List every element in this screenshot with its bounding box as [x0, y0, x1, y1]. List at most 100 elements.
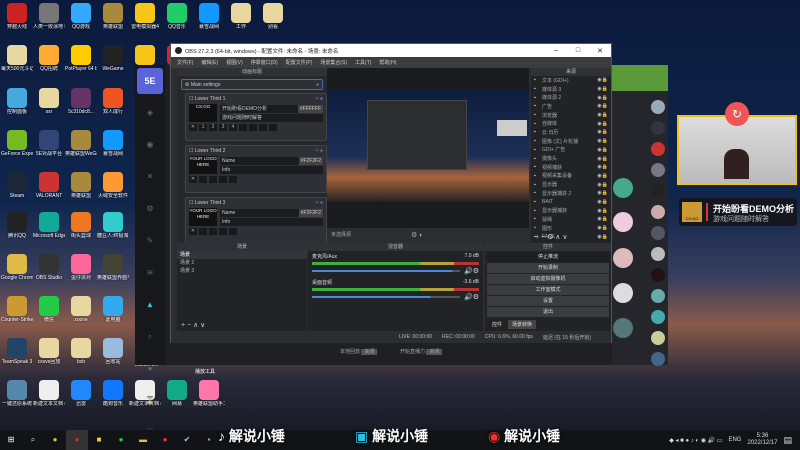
search-button[interactable]: ⌕ [22, 430, 44, 450]
visibility-eye-icon[interactable]: ◉🔒 [597, 86, 608, 92]
gear-icon[interactable]: ⚙ ◐ [411, 231, 423, 239]
desktop-icon[interactable]: 暴雪战网 [193, 3, 225, 30]
source-item[interactable]: ▪ 广告 ◉🔒 [531, 102, 611, 111]
source-item[interactable]: ▪ 视频捕获 ◉🔒 [531, 163, 611, 172]
scene-item[interactable]: 场景 3 [177, 267, 307, 275]
desktop-icon[interactable]: 网易 [161, 380, 193, 407]
chat-avatar[interactable] [613, 178, 633, 198]
menu-item[interactable]: 编辑(E) [201, 59, 218, 66]
source-item[interactable]: ▪ 鼠绳 ◉🔒 [531, 215, 611, 224]
desktop-icon[interactable]: zoone [65, 296, 97, 323]
visibility-eye-icon[interactable]: ◉🔒 [597, 173, 608, 179]
minimize-button[interactable]: – [545, 47, 567, 55]
friend-avatar[interactable] [651, 268, 665, 282]
visibility-eye-icon[interactable]: ◉🔒 [597, 95, 608, 101]
5e-logo-icon[interactable]: 5E [137, 68, 163, 94]
main-settings[interactable]: ⚙ Main settings ● [181, 79, 323, 90]
desktop-icon[interactable]: PotPlayer 64 bit [65, 45, 97, 72]
source-item[interactable]: ▪ 显示器捕获 2 ◉🔒 [531, 189, 611, 198]
visibility-eye-icon[interactable]: ◉🔒 [597, 164, 608, 170]
slot-button[interactable]: 2 [209, 124, 217, 131]
desktop-icon[interactable]: 英雄联盟助手工具 [193, 380, 225, 407]
desktop-icon[interactable]: Microsoft Edge [33, 212, 65, 239]
remove-icon[interactable]: ✕ [189, 124, 197, 131]
friend-avatar[interactable] [651, 100, 665, 114]
visibility-eye-icon[interactable]: ◉🔒 [597, 225, 608, 231]
folder-taskbar-icon[interactable]: ▬ [132, 430, 154, 450]
lower-third-logo[interactable]: CS:GO [189, 104, 217, 122]
desktop-icon[interactable]: 英雄联盟 [65, 172, 97, 199]
friend-avatar[interactable] [651, 247, 665, 261]
desktop-icon[interactable]: QQ招聘 [33, 45, 65, 72]
desktop-icon[interactable]: QQ音乐 [161, 3, 193, 30]
slot-button[interactable]: 1 [199, 124, 207, 131]
desktop-icon[interactable]: 每天500元斗记录 [1, 45, 33, 72]
desktop-icon[interactable]: 火绒安全软件 [97, 172, 129, 199]
source-item[interactable]: ▪ 媒体源 2 ◉🔒 [531, 93, 611, 102]
stream-toggle[interactable]: 关闭 [426, 349, 443, 355]
source-item[interactable]: ▪ 显示器 ◉🔒 [531, 180, 611, 189]
title-input[interactable]: 开始盼看DEMO分析 #FFFFFF [220, 105, 323, 113]
slot-button[interactable]: 3 [219, 124, 227, 131]
desktop-icon[interactable]: OBS Studio [33, 254, 65, 281]
source-item[interactable]: ▪ 自媒体 ◉🔒 [531, 119, 611, 128]
desktop-icon[interactable]: 控制面板 [1, 88, 33, 115]
desktop-icon[interactable]: 暴雪战网 [97, 130, 129, 157]
friend-avatar[interactable] [651, 205, 665, 219]
remove-icon[interactable]: ✕ [189, 176, 197, 183]
scene-item[interactable]: 场景 [177, 251, 307, 259]
source-item[interactable]: ▪ 图像 (文) 片轮播 ◉🔒 [531, 137, 611, 146]
slot-button[interactable]: 4 [229, 124, 237, 131]
desktop-icon[interactable]: Counter-Strike Global Off... [1, 296, 33, 323]
desktop-icon[interactable]: 街头篮球 [65, 212, 97, 239]
desktop-icon[interactable]: Google Chrome [1, 254, 33, 281]
subtitle-input[interactable]: Info [220, 218, 323, 226]
friend-avatar[interactable] [651, 352, 665, 366]
desktop-icon[interactable]: 一键还原系统 [1, 380, 33, 407]
source-item[interactable]: ▪ GDI+ 广告 ◉🔒 [531, 146, 611, 155]
friend-avatar[interactable] [651, 289, 665, 303]
wechat-taskbar-icon[interactable]: ● [110, 430, 132, 450]
desktop-icon[interactable]: WeGame [97, 45, 129, 72]
lower-third-logo[interactable]: YOUR LOGO HERE [189, 208, 217, 226]
netease-taskbar-icon[interactable]: ● [154, 430, 176, 450]
friend-avatar[interactable] [651, 163, 665, 177]
title-input[interactable]: Name #F2F2F2 [220, 157, 323, 165]
friend-avatar[interactable] [651, 310, 665, 324]
clock[interactable]: 5:36 2022/12/17 [747, 433, 777, 447]
desktop-icon[interactable]: QQ游戏 [65, 3, 97, 30]
control-button[interactable]: 启动虚拟摄像机 [487, 274, 609, 284]
desktop-icon[interactable]: 英雄联盟 [97, 3, 129, 30]
speaker-icon[interactable]: 🔊⚙ [464, 293, 483, 301]
desktop-icon[interactable]: 英雄联盟界面平台 [97, 254, 129, 281]
lower-third-logo[interactable]: YOUR LOGO HERE [189, 156, 217, 174]
control-button[interactable]: 设置 [487, 296, 609, 306]
source-item[interactable]: ▪ 显示器捕获 ◉🔒 [531, 206, 611, 215]
visibility-eye-icon[interactable]: ◉🔒 [597, 216, 608, 222]
friend-avatar[interactable] [651, 331, 665, 345]
control-button[interactable]: 停止推流 [487, 252, 609, 262]
desktop-icon[interactable]: 新建文本文档 (4) [33, 380, 65, 407]
speaker-icon[interactable]: 🔊⚙ [464, 267, 483, 275]
desktop-icon[interactable]: 5E对战平台 [33, 130, 65, 157]
friend-avatar[interactable] [651, 121, 665, 135]
menu-item[interactable]: 配置文件(P) [286, 59, 313, 66]
source-item[interactable]: ▪ 浏览器 ◉🔒 [531, 111, 611, 120]
menu-item[interactable]: 工具(T) [355, 59, 371, 66]
notes-taskbar-icon[interactable]: ■ [88, 430, 110, 450]
desktop-icon[interactable]: 雷电模拟器4 [129, 3, 161, 30]
scene-item[interactable]: 场景 2 [177, 259, 307, 267]
desktop-icon[interactable]: cssve回放 [33, 338, 65, 365]
desktop-icon[interactable]: 酷狗音乐 [97, 380, 129, 407]
subtitle-input[interactable]: Info [220, 166, 323, 174]
visibility-eye-icon[interactable]: ◉🔒 [597, 103, 608, 109]
desktop-icon[interactable]: 腾讯QQ [1, 212, 33, 239]
visibility-eye-icon[interactable]: ◉🔒 [597, 234, 608, 240]
desktop-icon[interactable]: 迅雷 [65, 380, 97, 407]
desktop-icon[interactable]: 回收站 [97, 338, 129, 365]
visibility-eye-icon[interactable]: ◉🔒 [597, 138, 608, 144]
desktop-icon[interactable]: 此电脑 [97, 296, 129, 323]
toggle-switch[interactable]: + ● [316, 96, 323, 102]
visibility-eye-icon[interactable]: ◉🔒 [597, 190, 608, 196]
desktop-icon[interactable]: 蛋仔派对 [65, 254, 97, 281]
